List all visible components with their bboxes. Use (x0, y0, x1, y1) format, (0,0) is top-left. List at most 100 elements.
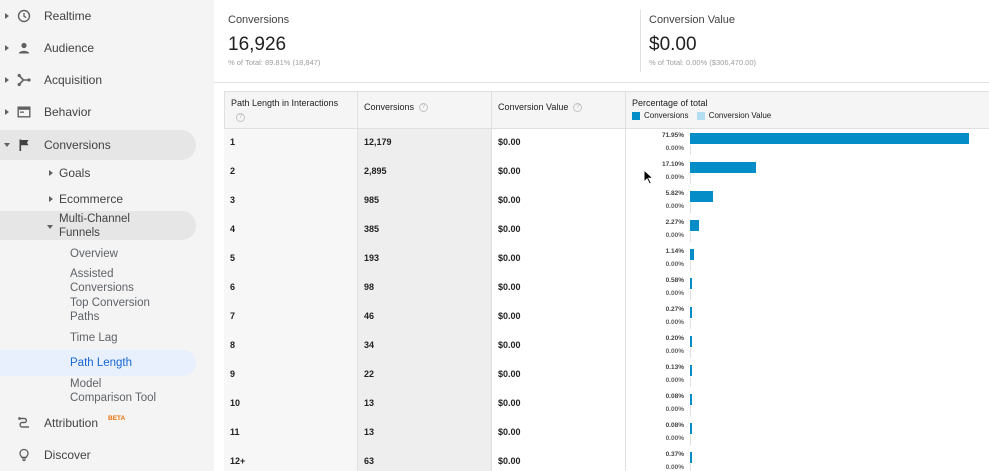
nav-ecommerce[interactable]: Ecommerce (59, 192, 123, 206)
cell-conversion-value: $0.00 (492, 129, 626, 158)
cell-path-length: 3 (224, 187, 358, 216)
person-icon (16, 40, 32, 56)
nav-attribution[interactable]: Attribution (0, 408, 196, 438)
column-header-conversions[interactable]: Conversions? (358, 91, 492, 129)
nav-realtime[interactable]: Realtime (0, 1, 196, 31)
conversion-value-bar (690, 261, 691, 271)
legend-swatch-conversion-value (696, 111, 705, 120)
conversions-bar (690, 452, 692, 463)
conversion-value-value: $0.00 (498, 166, 521, 176)
conversion-value-value: $0.00 (498, 195, 521, 205)
conversion-value-bar (690, 406, 691, 416)
table-row: 5 193 $0.00 1.14% 0.00% (224, 245, 989, 274)
cell-path-length: 10 (224, 390, 358, 419)
acquisition-icon (16, 72, 32, 88)
conversion-value-bar (690, 377, 691, 387)
percentage-conversions-label: 0.08% (665, 422, 684, 429)
scorecard-value: $0.00 (649, 34, 697, 55)
nav-behavior[interactable]: Behavior (0, 97, 196, 127)
table-row: 7 46 $0.00 0.27% 0.00% (224, 303, 989, 332)
nav-top-conversion-paths-line1[interactable]: Top Conversion (70, 296, 150, 310)
lightbulb-icon (16, 447, 32, 463)
nav-path-length[interactable]: Path Length (70, 356, 132, 370)
scorecard-subtext: % of Total: 0.00% ($306,470.00) (649, 58, 757, 67)
conversions-value: 193 (364, 253, 380, 263)
conversion-value-bar (690, 464, 691, 471)
cell-conversions: 2,895 (358, 158, 492, 187)
nav-goals[interactable]: Goals (59, 166, 90, 180)
conversions-bar (690, 307, 692, 318)
table-row: 2 2,895 $0.00 17.10% 0.00% (224, 158, 989, 187)
legend-label: Conversions (644, 111, 689, 120)
conversion-value-bar (690, 145, 691, 155)
conversions-value: 22 (364, 369, 375, 379)
cell-conversions: 193 (358, 245, 492, 274)
percentage-value-label: 0.00% (665, 203, 684, 210)
conversions-value: 2,895 (364, 166, 387, 176)
nav-behavior-label: Behavior (44, 105, 92, 119)
nav-mcf-label-line2: Funnels (59, 227, 100, 239)
legend-swatch-conversions (632, 111, 640, 120)
beta-badge: BETA (108, 415, 126, 422)
nav-top-conversion-paths-line2[interactable]: Paths (70, 310, 99, 324)
flag-icon (16, 137, 32, 153)
path-length-value: 10 (230, 398, 241, 408)
cell-conversions: 13 (358, 419, 492, 448)
nav-discover[interactable]: Discover (0, 440, 196, 470)
conversion-value-value: $0.00 (498, 398, 521, 408)
column-header-path-length[interactable]: Path Length in Interactions ? (224, 91, 358, 129)
nav-model-comparison-line2[interactable]: Comparison Tool (70, 391, 156, 405)
expand-caret-icon (3, 12, 11, 20)
cell-path-length: 4 (224, 216, 358, 245)
conversions-bar (690, 220, 699, 231)
table-row: 11 13 $0.00 0.08% 0.00% (224, 419, 989, 448)
conversions-bar (690, 423, 692, 434)
nav-model-comparison-line1[interactable]: Model (70, 377, 101, 391)
table-row: 10 13 $0.00 0.08% 0.00% (224, 390, 989, 419)
nav-attribution-label: Attribution (44, 416, 99, 430)
percentage-conversions-label: 0.08% (665, 393, 684, 400)
conversions-value: 46 (364, 311, 375, 321)
path-length-value: 7 (230, 311, 236, 321)
cell-conversions: 98 (358, 274, 492, 303)
nav-assisted-conversions-line1[interactable]: Assisted (70, 267, 113, 281)
nav-acquisition[interactable]: Acquisition (0, 65, 196, 95)
cell-conversions: 63 (358, 448, 492, 471)
cell-conversion-value: $0.00 (492, 187, 626, 216)
conversions-value: 12,179 (364, 137, 392, 147)
cell-conversion-value: $0.00 (492, 419, 626, 448)
cell-percentage-chart: 0.08% 0.00% (626, 419, 989, 448)
percentage-value-label: 0.00% (665, 232, 684, 239)
path-length-value: 2 (230, 166, 236, 176)
clock-icon (16, 8, 32, 24)
percentage-value-label: 0.00% (665, 174, 684, 181)
nav-audience-label: Audience (44, 41, 95, 55)
cell-path-length: 2 (224, 158, 358, 187)
conversion-value-bar (690, 203, 691, 213)
nav-time-lag[interactable]: Time Lag (70, 331, 118, 345)
column-header-label: Path Length in Interactions (231, 98, 339, 108)
percentage-value-label: 0.00% (665, 406, 684, 413)
scorecard-title: Conversions (228, 14, 290, 26)
conversions-value: 34 (364, 340, 375, 350)
help-icon[interactable]: ? (573, 103, 583, 113)
nav-audience[interactable]: Audience (0, 33, 196, 63)
percentage-conversions-label: 0.13% (665, 364, 684, 371)
conversion-value-value: $0.00 (498, 224, 521, 234)
column-header-conversion-value[interactable]: Conversion Value? (492, 91, 626, 129)
scorecard-divider (640, 10, 641, 72)
table-row: 6 98 $0.00 0.58% 0.00% (224, 274, 989, 303)
path-length-table: Path Length in Interactions ? Conversion… (224, 91, 989, 471)
column-header-label: Conversions? (364, 102, 429, 113)
nav-assisted-conversions-line2[interactable]: Conversions (70, 281, 134, 295)
help-icon[interactable]: ? (236, 113, 245, 122)
nav-overview[interactable]: Overview (70, 247, 118, 261)
scorecards: Conversions 16,926 % of Total: 89.81% (1… (214, 0, 989, 83)
conversions-value: 98 (364, 282, 375, 292)
percentage-value-label: 0.00% (665, 464, 684, 471)
scorecard-conversion-value: Conversion Value $0.00 % of Total: 0.00%… (649, 0, 979, 82)
nav-conversions[interactable]: Conversions (0, 130, 196, 160)
help-icon[interactable]: ? (419, 103, 429, 113)
cell-conversions: 46 (358, 303, 492, 332)
conversion-value-value: $0.00 (498, 456, 521, 466)
